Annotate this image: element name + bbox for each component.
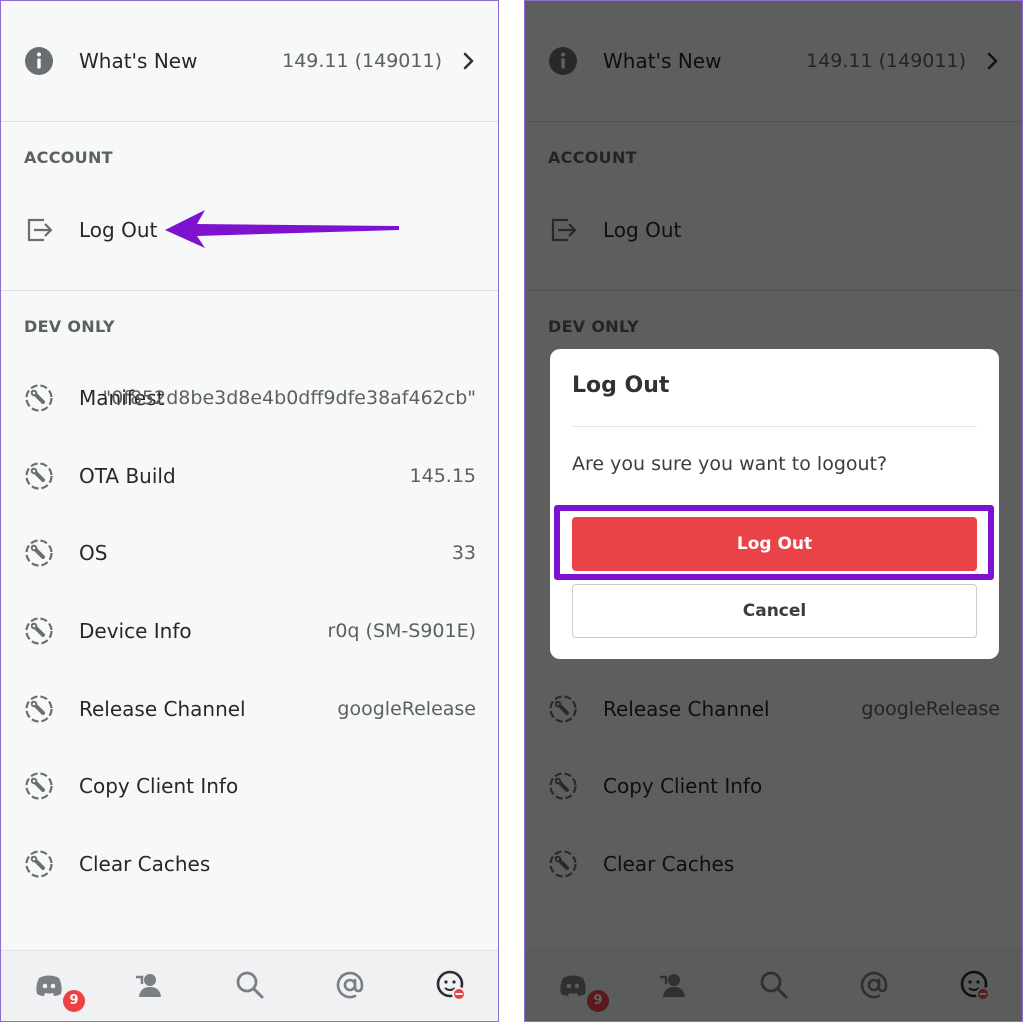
version-value: 149.11 (149011) — [282, 50, 442, 72]
whats-new-label: What's New — [79, 49, 198, 73]
logout-label: Log Out — [79, 218, 158, 242]
wrench-icon — [24, 849, 54, 879]
chevron-right-icon — [462, 51, 476, 71]
friends-icon[interactable] — [133, 969, 165, 1001]
settings-panel-left: What's New 149.11 (149011) ACCOUNT Log O… — [0, 0, 499, 1022]
clear-caches-label: Clear Caches — [79, 852, 211, 876]
divider — [1, 121, 498, 122]
os-label: OS — [79, 541, 108, 565]
search-icon[interactable] — [234, 969, 266, 1001]
release-channel-label: Release Channel — [79, 697, 246, 721]
ota-build-row[interactable]: OTA Build 145.15 — [1, 446, 498, 506]
os-value: 33 — [451, 542, 476, 564]
dialog-divider — [572, 426, 977, 427]
highlight-box — [554, 505, 994, 580]
info-icon — [24, 46, 54, 76]
wrench-icon — [24, 461, 54, 491]
wrench-icon — [24, 538, 54, 568]
wrench-icon — [24, 616, 54, 646]
wrench-icon — [24, 694, 54, 724]
bottom-nav: 9 — [1, 950, 498, 1021]
logout-icon — [24, 215, 54, 245]
cancel-button[interactable]: Cancel — [572, 584, 977, 638]
copy-client-info-label: Copy Client Info — [79, 774, 239, 798]
dialog-message: Are you sure you want to logout? — [572, 453, 888, 475]
manifest-value: "0f852d8be3d8e4b0dff9dfe38af462cb" — [102, 387, 476, 409]
release-channel-row[interactable]: Release Channel googleRelease — [1, 679, 498, 739]
mentions-icon[interactable] — [334, 969, 366, 1001]
clear-caches-row[interactable]: Clear Caches — [1, 834, 498, 894]
copy-client-info-row[interactable]: Copy Client Info — [1, 756, 498, 816]
notification-badge: 9 — [61, 988, 87, 1014]
device-info-row[interactable]: Device Info r0q (SM-S901E) — [1, 601, 498, 661]
device-info-label: Device Info — [79, 619, 192, 643]
manifest-row[interactable]: Manifest "0f852d8be3d8e4b0dff9dfe38af462… — [1, 368, 498, 428]
discord-home-icon[interactable] — [33, 969, 65, 1001]
wrench-icon — [24, 771, 54, 801]
os-row[interactable]: OS 33 — [1, 523, 498, 583]
ota-build-label: OTA Build — [79, 464, 176, 488]
account-section-heading: ACCOUNT — [24, 148, 113, 167]
whats-new-row[interactable]: What's New 149.11 (149011) — [1, 31, 498, 91]
wrench-icon — [24, 383, 54, 413]
divider — [1, 290, 498, 291]
device-info-value: r0q (SM-S901E) — [327, 620, 476, 642]
dialog-title: Log Out — [572, 373, 670, 398]
logout-dialog: Log Out Are you sure you want to logout?… — [550, 349, 999, 659]
ota-build-value: 145.15 — [409, 465, 476, 487]
release-channel-value: googleRelease — [337, 698, 476, 720]
annotation-arrow — [165, 210, 399, 248]
profile-avatar-icon[interactable] — [435, 969, 467, 1001]
dev-section-heading: DEV ONLY — [24, 317, 115, 336]
